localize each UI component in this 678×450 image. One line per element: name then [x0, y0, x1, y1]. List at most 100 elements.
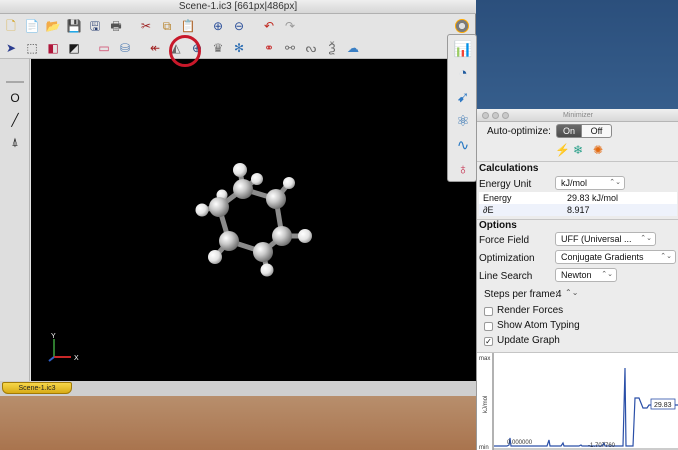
graph-max-label: max	[479, 356, 490, 362]
window-title: Scene-1.ic3 [661px|486px]	[0, 0, 476, 14]
energy-unit-value: kJ/mol	[561, 178, 588, 188]
undo-icon[interactable]: ↶	[260, 17, 278, 35]
steps-per-frame-label: Steps per frame:	[484, 289, 558, 300]
toolbar-separator	[137, 39, 143, 57]
chain-tool-icon[interactable]: ⚯	[281, 39, 299, 57]
steps-per-frame-value[interactable]: 4	[556, 289, 562, 300]
toolbar-separator	[200, 17, 206, 35]
line-search-label: Line Search	[479, 271, 533, 282]
minimizer-titlebar: Minimizer	[477, 109, 678, 122]
axis-x-label: X	[74, 355, 79, 362]
close-button[interactable]	[482, 112, 489, 119]
graph-current-value: 29.83	[654, 402, 672, 409]
torsion-tool-icon[interactable]: ᔓ	[302, 39, 320, 57]
molecule-icon[interactable]: ⚛	[452, 111, 474, 131]
document-tab[interactable]: Scene-1.ic3	[2, 382, 72, 394]
compass-tool-icon[interactable]: ⍋	[6, 133, 24, 151]
zoom-button[interactable]	[502, 112, 509, 119]
copy-icon[interactable]: ⧉	[158, 17, 176, 35]
line-search-select[interactable]: Newton ⌃⌄	[555, 268, 617, 282]
delta-e-value: 8.917	[567, 205, 590, 215]
pointer-icon[interactable]: ➹	[452, 87, 474, 107]
redo-icon[interactable]: ↷	[281, 17, 299, 35]
energy-label: Energy	[483, 193, 512, 203]
update-graph-checkbox[interactable]: ✓	[484, 337, 493, 346]
save-as-icon[interactable]: 🖫	[86, 17, 104, 35]
left-tool-strip: O ╱ ⍋	[0, 59, 30, 381]
auto-optimize-off-button[interactable]: Off	[581, 124, 612, 138]
line-search-value: Newton	[561, 270, 592, 280]
paint-icon[interactable]: ◩	[65, 39, 83, 57]
hydrogen-atoms	[195, 163, 312, 277]
optimization-label: Optimization	[479, 253, 535, 264]
gear-icon[interactable]: ✻	[230, 39, 248, 57]
molecule-canvas: Y X	[48, 163, 312, 362]
new-file-icon[interactable]: 🗋	[2, 17, 20, 35]
calculations-header: Calculations	[479, 163, 539, 174]
window-title-text: Scene-1.ic3 [661px|486px]	[178, 1, 298, 12]
graph-icon[interactable]: 📊	[452, 39, 474, 59]
record-icon[interactable]	[455, 19, 469, 33]
line-tool-icon[interactable]: ╱	[6, 111, 24, 129]
document-tab-label: Scene-1.ic3	[18, 385, 56, 392]
energy-trace	[494, 367, 678, 447]
toolbar-separator	[251, 39, 257, 57]
auto-optimize-label: Auto-optimize:	[487, 126, 551, 137]
eraser-icon[interactable]: ▭	[95, 39, 113, 57]
molecule-viewport[interactable]: Y X	[31, 59, 476, 381]
main-toolbar: 🗋 📄 📂 💾 🖫 🖶 ✂ ⧉ 📋 ⊕ ⊖ ↶ ↷	[0, 15, 476, 37]
paste-icon[interactable]: 📋	[179, 17, 197, 35]
lasso-select-icon[interactable]: ⬚	[23, 39, 41, 57]
cube-icon[interactable]: ◧	[44, 39, 62, 57]
force-field-select[interactable]: UFF (Universal ... ⌃⌄	[555, 232, 656, 246]
cut-icon[interactable]: ✂	[137, 17, 155, 35]
show-atom-typing-checkbox[interactable]	[484, 322, 493, 331]
optimization-select[interactable]: Conjugate Gradients ⌃⌄	[555, 250, 676, 264]
stepper-icon[interactable]: ⌃⌄	[565, 288, 578, 297]
energy-unit-select[interactable]: kJ/mol ⌃⌄	[555, 176, 625, 190]
save-icon[interactable]: 💾	[65, 17, 83, 35]
new-doc-icon[interactable]: 📄	[23, 17, 41, 35]
highlight-circle	[169, 35, 201, 67]
optimization-value: Conjugate Gradients	[561, 252, 644, 262]
render-forces-checkbox[interactable]	[484, 307, 493, 316]
minimize-button[interactable]	[492, 112, 499, 119]
axis-y-label: Y	[51, 333, 56, 340]
atom-tool-icon[interactable]: O	[6, 89, 24, 107]
graph-left-value: 0.000000	[507, 440, 533, 446]
bucket-icon[interactable]: ⛁	[116, 39, 134, 57]
energy-graph-canvas: max min kJ/mol 0.000000 -1.707760 29.83	[479, 353, 678, 450]
burst-icon[interactable]: ✺	[593, 143, 603, 157]
select-chevron-icon: ⌃⌄	[640, 235, 652, 242]
toolbar-separator	[251, 17, 257, 35]
energy-graph: max min kJ/mol 0.000000 -1.707760 29.83	[477, 352, 678, 450]
bracket-tool-icon[interactable]: Ѯ	[323, 39, 341, 57]
zoom-in-icon[interactable]: ⊕	[209, 17, 227, 35]
open-folder-icon[interactable]: 📂	[44, 17, 62, 35]
select-chevron-icon: ⌃⌄	[660, 253, 672, 260]
add-hydrogens-icon[interactable]: ↞	[146, 39, 164, 57]
sketch-tool-icon[interactable]: ☁	[344, 39, 362, 57]
render-forces-label: Render Forces	[497, 305, 564, 316]
snowflake-icon[interactable]: ❄	[573, 143, 583, 157]
auto-optimize-on-button[interactable]: On	[556, 124, 582, 138]
force-field-label: Force Field	[479, 235, 530, 246]
bond-tool-icon[interactable]: ⚭	[260, 39, 278, 57]
trophy-icon[interactable]: ♛	[209, 39, 227, 57]
minimizer-window: Minimizer Auto-optimize: On Off ⚡ ❄ ✺ Ca…	[476, 109, 678, 450]
orbital-icon[interactable]: ♁	[452, 159, 474, 179]
graph-y-label: kJ/mol	[483, 396, 489, 413]
update-graph-label: Update Graph	[497, 335, 560, 346]
print-icon[interactable]: 🖶	[107, 17, 125, 35]
zoom-out-icon[interactable]: ⊖	[230, 17, 248, 35]
clock-icon[interactable]: ◔	[452, 63, 474, 83]
select-arrow-icon[interactable]: ➤	[2, 39, 20, 57]
wave-icon[interactable]: ∿	[452, 135, 474, 155]
strip-divider	[6, 81, 24, 83]
lightning-icon[interactable]: ⚡	[555, 143, 570, 157]
select-chevron-icon: ⌃⌄	[601, 271, 613, 278]
side-palette: 📊 ◔ ➹ ⚛ ∿ ♁	[447, 34, 477, 182]
graph-min-label: min	[479, 445, 489, 450]
toolbar-separator	[86, 39, 92, 57]
off-label: Off	[590, 126, 603, 136]
